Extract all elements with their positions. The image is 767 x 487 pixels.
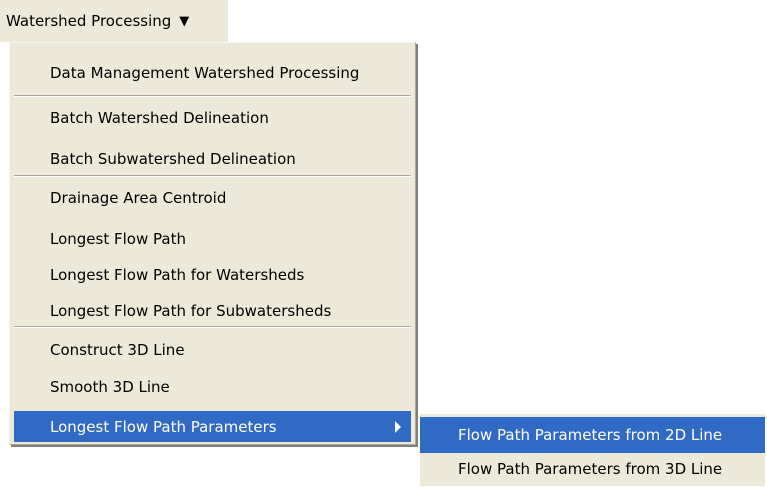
menu-item-smooth-3d-line[interactable]: Smooth 3D Line [10,369,415,405]
menu-item-label: Batch Subwatershed Delineation [50,150,296,168]
menu-separator [14,326,411,328]
menu-button-label: Watershed Processing [6,12,172,30]
menu-item-label: Batch Watershed Delineation [50,109,269,127]
chevron-right-icon [395,420,401,433]
menu-item-longest-flow-path-subwatersheds[interactable]: Longest Flow Path for Subwatersheds [10,293,415,329]
watershed-processing-dropdown: Data Management Watershed Processing Bat… [9,42,416,445]
menu-item-label: Smooth 3D Line [50,378,170,396]
menu-item-data-management[interactable]: Data Management Watershed Processing [10,55,415,91]
menu-item-batch-watershed-delineation[interactable]: Batch Watershed Delineation [10,100,415,136]
menu-item-longest-flow-path[interactable]: Longest Flow Path [10,221,415,257]
menu-item-label: Longest Flow Path [50,230,186,248]
menu-item-drainage-area-centroid[interactable]: Drainage Area Centroid [10,180,415,216]
chevron-down-icon: ▼ [179,13,190,29]
submenu-item-label: Flow Path Parameters from 2D Line [458,426,723,444]
menu-item-batch-subwatershed-delineation[interactable]: Batch Subwatershed Delineation [10,141,415,177]
menu-item-construct-3d-line[interactable]: Construct 3D Line [10,332,415,368]
menu-item-label: Longest Flow Path Parameters [50,417,277,436]
menu-item-label: Longest Flow Path for Watersheds [50,266,305,284]
menu-item-longest-flow-path-watersheds[interactable]: Longest Flow Path for Watersheds [10,257,415,293]
menu-item-label: Data Management Watershed Processing [50,64,360,82]
submenu-item-3d-line[interactable]: Flow Path Parameters from 3D Line [420,451,765,487]
menu-separator [14,175,411,177]
submenu-item-2d-line[interactable]: Flow Path Parameters from 2D Line [420,417,765,453]
menu-item-label: Construct 3D Line [50,341,185,359]
menu-item-longest-flow-path-parameters[interactable]: Longest Flow Path Parameters [14,411,411,442]
menu-item-label: Longest Flow Path for Subwatersheds [50,302,332,320]
menu-item-label: Drainage Area Centroid [50,189,227,207]
submenu-item-label: Flow Path Parameters from 3D Line [458,460,723,478]
flow-path-parameters-submenu: Flow Path Parameters from 2D Line Flow P… [420,414,765,486]
menu-separator [14,95,411,97]
watershed-processing-menu-button[interactable]: Watershed Processing ▼ [0,0,228,42]
